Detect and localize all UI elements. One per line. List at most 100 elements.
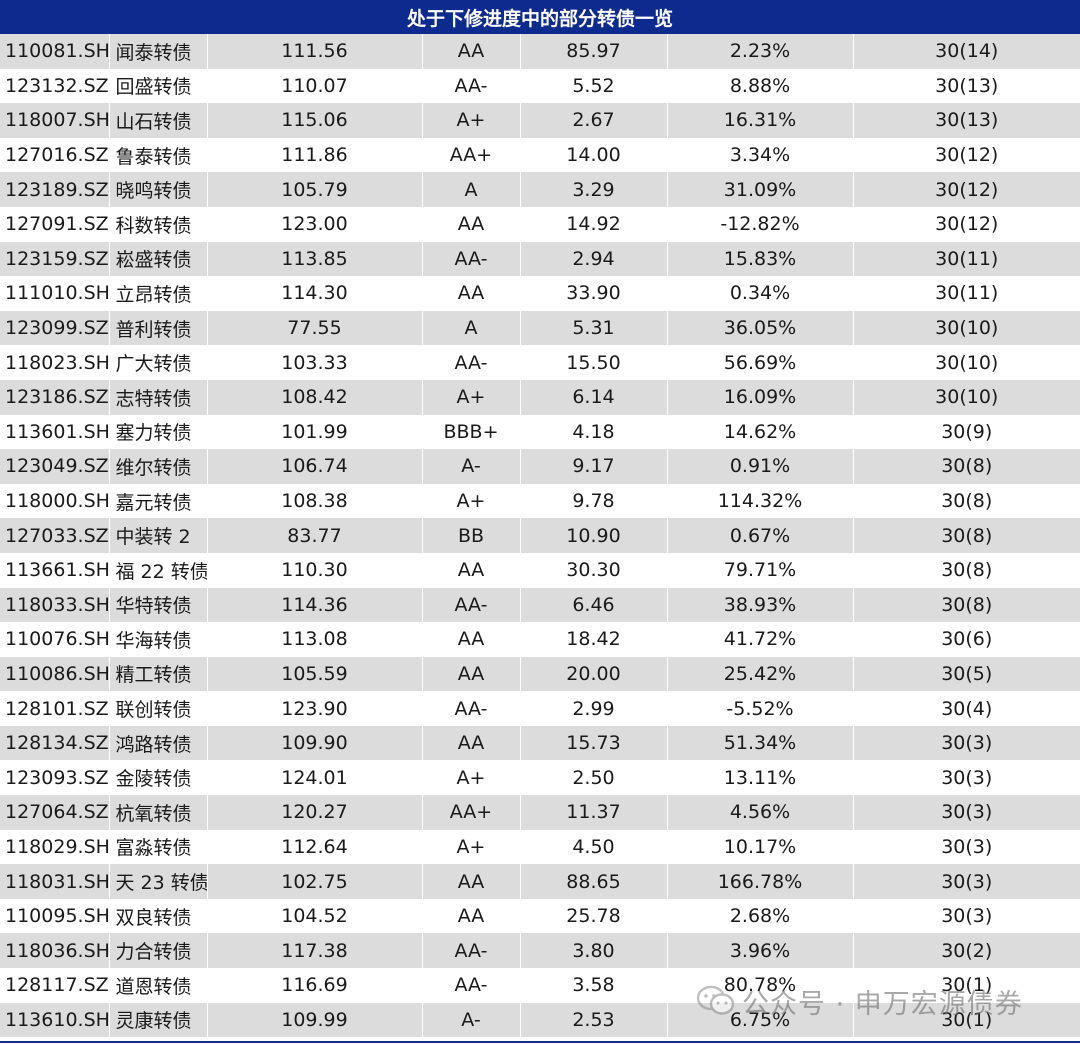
table-row: 127091.SZ 科数转债 123.00 AA 14.92 -12.82% 30(12) — [0, 206, 1080, 242]
bond-code-cell: 118023.SH — [0, 345, 110, 380]
bond-name-cell: 普利转债 — [109, 310, 208, 346]
rating-cell: AA — [422, 206, 521, 242]
price-cell: 108.38 — [207, 483, 423, 519]
progress-cell: 30(12) — [853, 172, 1080, 207]
rating-cell: BBB+ — [422, 414, 521, 450]
price-cell: 123.90 — [207, 691, 423, 726]
bond-code-cell: 118007.SH — [0, 103, 110, 138]
price-cell: 113.08 — [207, 622, 423, 657]
balance-cell: 14.92 — [520, 206, 668, 242]
balance-cell: 18.42 — [520, 622, 668, 657]
table-row: 123099.SZ 普利转债 77.55 A 5.31 36.05% 30(10) — [0, 310, 1080, 346]
table-row: 127064.SZ 杭氧转债 120.27 AA+ 11.37 4.56% 30(3) — [0, 795, 1080, 830]
balance-cell: 30.30 — [520, 552, 668, 588]
bond-name-cell: 精工转债 — [109, 656, 208, 692]
bond-code-cell: 111010.SH — [0, 276, 110, 311]
table-row: 123159.SZ 崧盛转债 113.85 AA- 2.94 15.83% 30(11) — [0, 241, 1080, 277]
bond-name-cell: 立昂转债 — [109, 276, 208, 311]
bond-code-cell: 123093.SZ — [0, 760, 110, 796]
bond-name-cell: 广大转债 — [109, 345, 208, 380]
rating-cell: AA — [422, 864, 521, 899]
price-cell: 114.36 — [207, 587, 423, 623]
table-row: 110095.SH 双良转债 104.52 AA 25.78 2.68% 30(3) — [0, 898, 1080, 934]
progress-cell: 30(3) — [853, 864, 1080, 899]
rating-cell: AA — [422, 622, 521, 657]
table-row: 118031.SH 天 23 转债 102.75 AA 88.65 166.78% 30(3… — [0, 864, 1080, 899]
progress-cell: 30(4) — [853, 691, 1080, 726]
table-row: 123132.SZ 回盛转债 110.07 AA- 5.52 8.88% 30(13) — [0, 68, 1080, 104]
price-cell: 104.52 — [207, 898, 423, 934]
rating-cell: AA- — [422, 968, 521, 1003]
price-cell: 110.07 — [207, 68, 423, 104]
progress-cell: 30(3) — [853, 829, 1080, 865]
progress-cell: 30(8) — [853, 449, 1080, 484]
bond-code-cell: 123049.SZ — [0, 449, 110, 484]
rating-cell: AA — [422, 725, 521, 761]
bond-name-cell: 道恩转债 — [109, 968, 208, 1003]
price-cell: 112.64 — [207, 829, 423, 865]
progress-cell: 30(10) — [853, 310, 1080, 346]
price-cell: 106.74 — [207, 449, 423, 484]
bond-code-cell: 123186.SZ — [0, 379, 110, 415]
progress-cell: 30(9) — [853, 414, 1080, 450]
balance-cell: 9.17 — [520, 449, 668, 484]
price-cell: 102.75 — [207, 864, 423, 899]
balance-cell: 3.80 — [520, 933, 668, 969]
rating-cell: BB — [422, 518, 521, 553]
bond-name-cell: 鸿路转债 — [109, 725, 208, 761]
price-cell: 111.56 — [207, 34, 423, 69]
bond-code-cell: 123159.SZ — [0, 241, 110, 277]
rating-cell: AA+ — [422, 137, 521, 173]
bond-code-cell: 113610.SH — [0, 1002, 110, 1038]
bond-name-cell: 晓鸣转债 — [109, 172, 208, 207]
bond-name-cell: 联创转债 — [109, 691, 208, 726]
bond-name-cell: 中装转 2 — [109, 518, 208, 553]
bond-name-cell: 杭氧转债 — [109, 795, 208, 830]
balance-cell: 6.14 — [520, 379, 668, 415]
premium-cell: 31.09% — [667, 172, 854, 207]
premium-cell: 56.69% — [667, 345, 854, 380]
bond-code-cell: 110086.SH — [0, 656, 110, 692]
progress-cell: 30(2) — [853, 933, 1080, 969]
price-cell: 110.30 — [207, 552, 423, 588]
premium-cell: 14.62% — [667, 414, 854, 450]
price-cell: 114.30 — [207, 276, 423, 311]
rating-cell: AA- — [422, 691, 521, 726]
bond-code-cell: 118036.SH — [0, 933, 110, 969]
progress-cell: 30(8) — [853, 552, 1080, 588]
progress-cell: 30(3) — [853, 725, 1080, 761]
bond-code-cell: 127064.SZ — [0, 795, 110, 830]
bond-name-cell: 力合转债 — [109, 933, 208, 969]
table-row: 128134.SZ 鸿路转债 109.90 AA 15.73 51.34% 30(3) — [0, 725, 1080, 761]
rating-cell: A — [422, 172, 521, 207]
bond-name-cell: 灵康转债 — [109, 1002, 208, 1038]
premium-cell: 16.09% — [667, 379, 854, 415]
balance-cell: 85.97 — [520, 34, 668, 69]
premium-cell: 51.34% — [667, 725, 854, 761]
premium-cell: 4.56% — [667, 795, 854, 830]
bond-name-cell: 鲁泰转债 — [109, 137, 208, 173]
balance-cell: 2.53 — [520, 1002, 668, 1038]
rating-cell: A — [422, 310, 521, 346]
progress-cell: 30(8) — [853, 483, 1080, 519]
bond-code-cell: 123132.SZ — [0, 68, 110, 104]
bond-name-cell: 塞力转债 — [109, 414, 208, 450]
table-row: 113610.SH 灵康转债 109.99 A- 2.53 6.75% 30(1) — [0, 1002, 1080, 1038]
bond-name-cell: 崧盛转债 — [109, 241, 208, 277]
bond-name-cell: 华海转债 — [109, 622, 208, 657]
progress-cell: 30(3) — [853, 898, 1080, 934]
bond-name-cell: 嘉元转债 — [109, 483, 208, 519]
premium-cell: 8.88% — [667, 68, 854, 104]
premium-cell: 36.05% — [667, 310, 854, 346]
bond-code-cell: 127033.SZ — [0, 518, 110, 553]
rating-cell: AA- — [422, 345, 521, 380]
bond-name-cell: 华特转债 — [109, 587, 208, 623]
price-cell: 123.00 — [207, 206, 423, 242]
table-row: 118023.SH 广大转债 103.33 AA- 15.50 56.69% 30(10) — [0, 345, 1080, 380]
rating-cell: AA — [422, 552, 521, 588]
premium-cell: 25.42% — [667, 656, 854, 692]
premium-cell: 80.78% — [667, 968, 854, 1003]
progress-cell: 30(10) — [853, 345, 1080, 380]
rating-cell: A+ — [422, 103, 521, 138]
balance-cell: 15.50 — [520, 345, 668, 380]
